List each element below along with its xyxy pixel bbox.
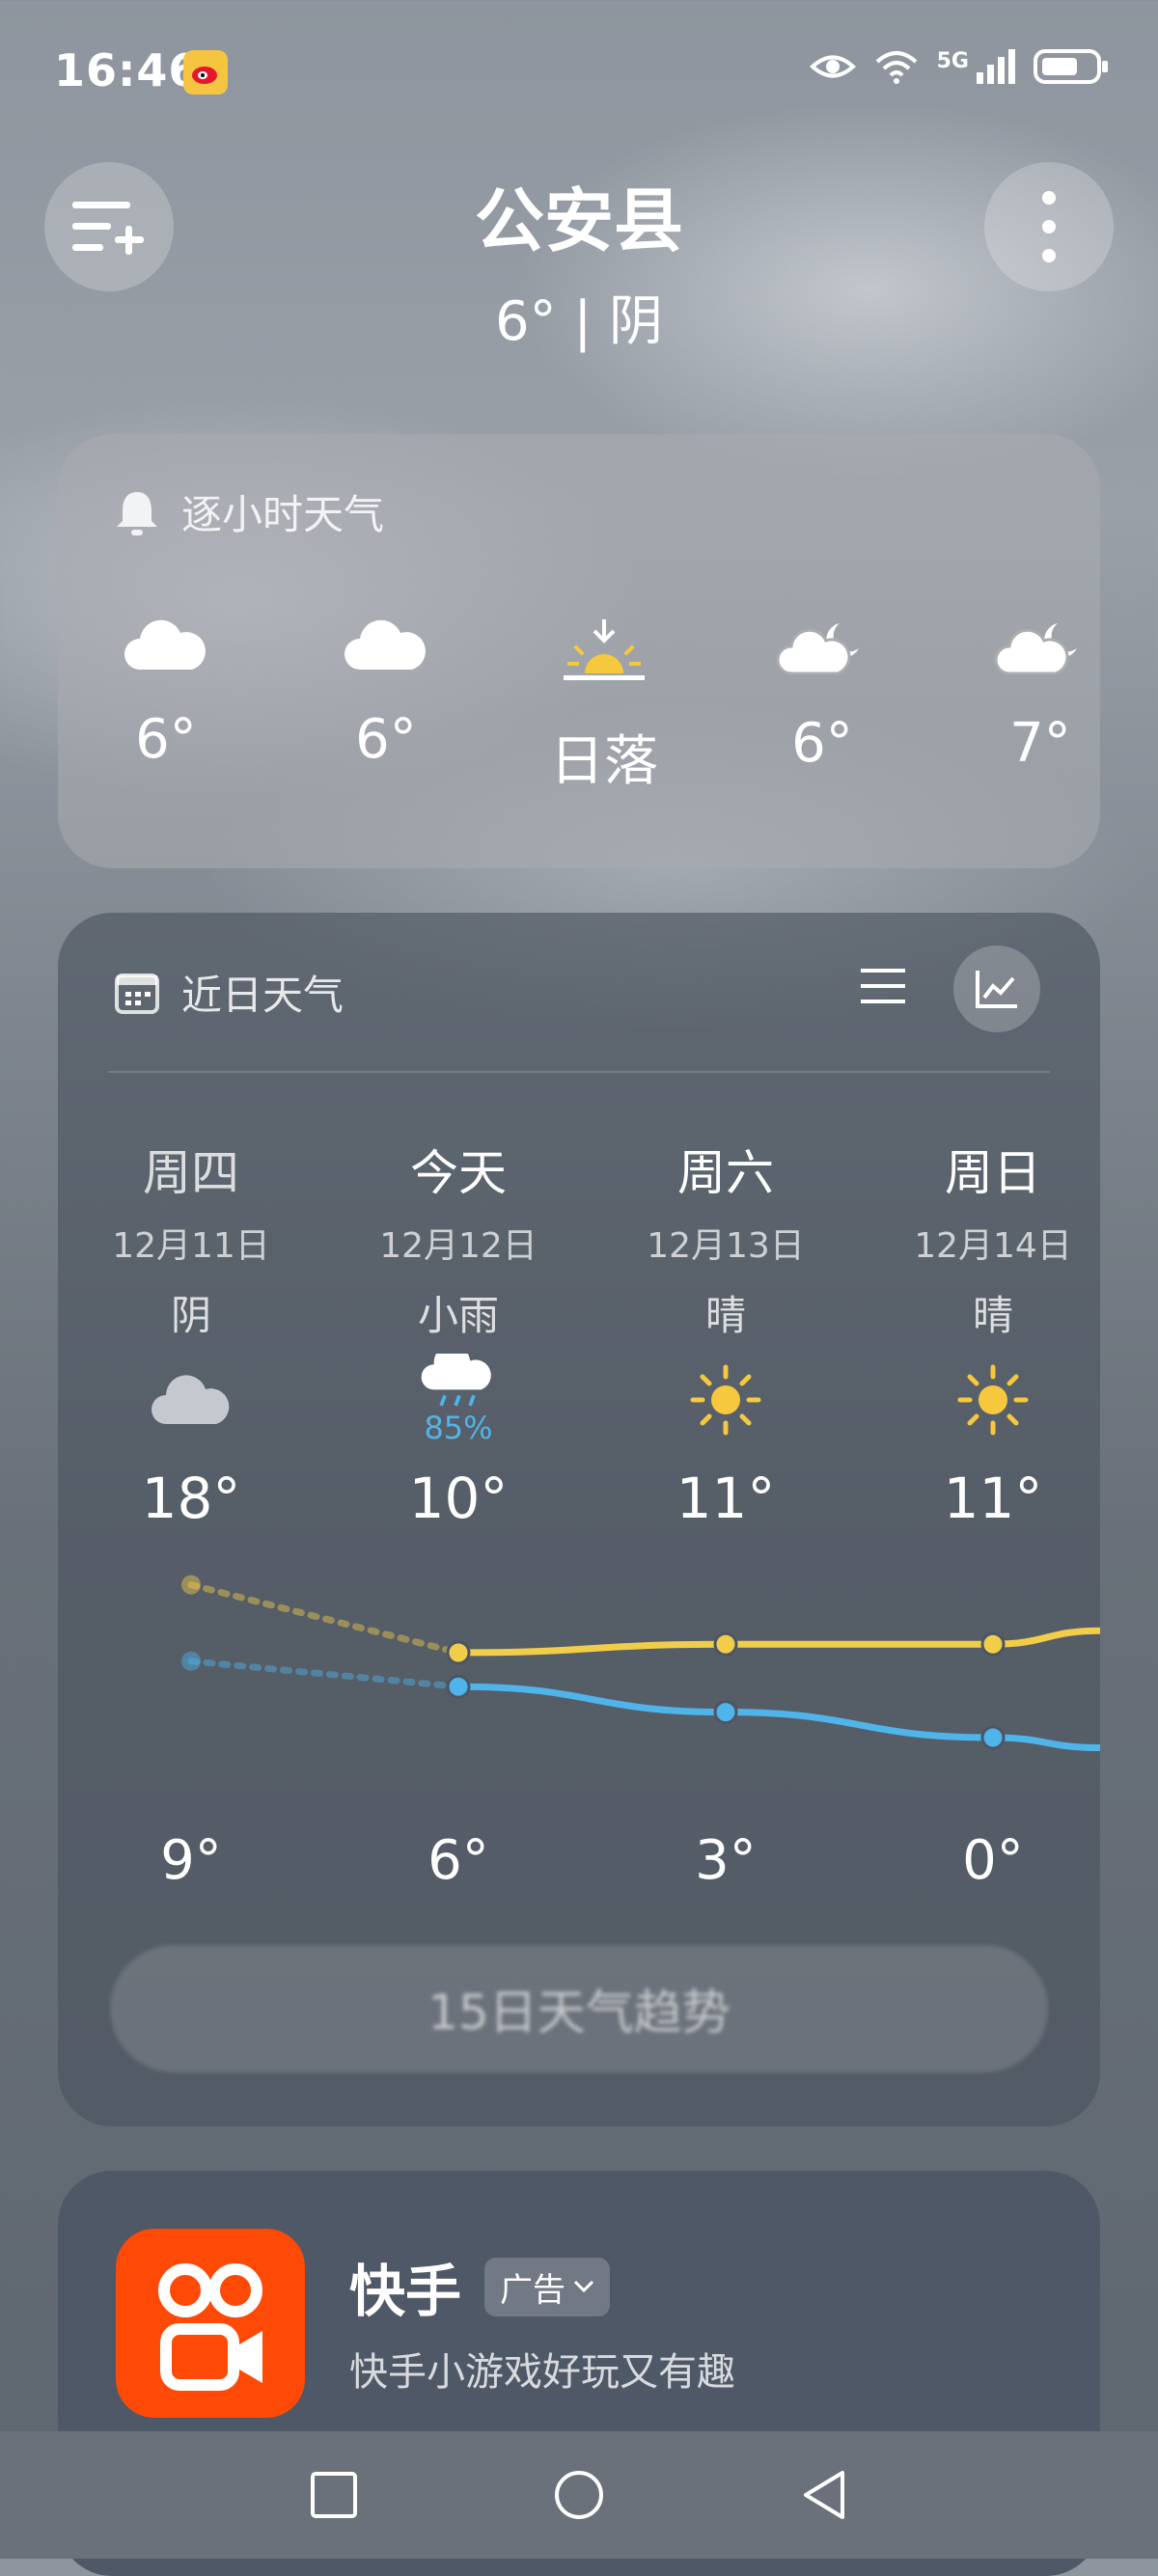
day-column[interactable]: 周六 12月13日 晴 11° (605, 1135, 846, 1531)
ad-badge-label: 广告 (500, 2270, 566, 2310)
precip-chance: 85% (424, 1410, 493, 1446)
day-low: 9° (160, 1829, 222, 1892)
ad-app-name: 快手 (349, 2259, 462, 2324)
hour-temp: 6° (791, 712, 853, 775)
sun-icon (690, 1364, 761, 1436)
day-column[interactable]: 今天 12月12日 小雨 85% 10° (338, 1135, 579, 1531)
wifi-icon (875, 51, 917, 84)
day-low: 6° (427, 1829, 489, 1892)
day-weekday: 周六 (677, 1145, 774, 1201)
divider (108, 1071, 1050, 1073)
day-condition: 小雨 (417, 1292, 499, 1339)
low-line-point (446, 1674, 471, 1699)
sunset-icon (564, 619, 645, 680)
status-time: 16:46 (54, 44, 201, 96)
low-line-point (713, 1700, 738, 1725)
hour-label: 日落 (550, 730, 658, 793)
day-low: 0° (962, 1829, 1024, 1892)
day-column[interactable]: 周四 12月11日 阴 18° (70, 1135, 312, 1531)
high-line-point (181, 1575, 201, 1595)
line-chart-icon (976, 971, 1017, 1008)
ad-badge[interactable]: 广告 (484, 2257, 611, 2316)
signal-icon: 5G (937, 49, 1015, 84)
hour-temp: 7° (1009, 712, 1071, 775)
back-button[interactable] (800, 2469, 848, 2521)
day-condition: 晴 (972, 1292, 1013, 1339)
more-menu-button[interactable] (984, 162, 1114, 291)
more-vertical-icon (1042, 191, 1056, 262)
chart-view-button[interactable] (953, 945, 1040, 1032)
eye-icon (809, 55, 856, 78)
high-line-past-segment (187, 1581, 462, 1657)
temperature-trend-chart (181, 1575, 1100, 1752)
kuaishou-logo-icon (116, 2229, 305, 2418)
forecast-trend-button[interactable]: 15日天气趋势 (110, 1945, 1048, 2072)
cloud-icon (124, 619, 206, 670)
cloud-moon-icon (776, 623, 859, 675)
day-weekday: 周日 (945, 1145, 1041, 1201)
day-high: 18° (141, 1466, 241, 1531)
high-line-point (980, 1631, 1006, 1657)
day-high: 11° (943, 1466, 1043, 1531)
day-column[interactable]: 周日 12月14日 晴 11° (872, 1135, 1114, 1531)
battery-icon (1034, 49, 1108, 84)
day-date: 12月14日 (914, 1226, 1072, 1266)
ad-description: 快手小游戏好玩又有趣 (349, 2350, 735, 2395)
calendar-icon (115, 973, 159, 1014)
low-line-point (980, 1725, 1006, 1750)
hourly-weather-card[interactable]: 逐小时天气 6° 6° 日落 6° 7° (58, 434, 1100, 868)
day-condition: 晴 (704, 1292, 746, 1339)
hour-item: 6° (299, 617, 473, 771)
weibo-notification-icon (183, 50, 228, 95)
day-date: 12月13日 (647, 1226, 805, 1266)
day-date: 12月12日 (379, 1226, 538, 1266)
low-line-past-segment (187, 1658, 462, 1690)
status-icons: 5G (809, 48, 1110, 85)
day-date: 12月11日 (112, 1226, 270, 1266)
hour-item: 日落 (517, 617, 691, 796)
day-weekday: 今天 (410, 1145, 507, 1201)
cloud-icon (345, 619, 426, 670)
network-type-label: 5G (936, 49, 969, 73)
rain-icon (421, 1354, 491, 1407)
chevron-down-icon (573, 2280, 594, 2293)
day-weekday: 周四 (143, 1145, 239, 1201)
day-high: 10° (408, 1466, 509, 1531)
list-view-button[interactable] (861, 967, 905, 1009)
navigation-bar (0, 2431, 1158, 2559)
day-condition: 阴 (170, 1292, 211, 1339)
daily-title: 近日天气 (181, 972, 345, 1019)
hour-item: 7° (953, 617, 1127, 775)
list-icon (861, 969, 905, 1003)
day-low: 3° (695, 1829, 757, 1892)
hour-item: 6° (735, 617, 909, 775)
hour-temp: 6° (355, 708, 417, 771)
low-line-point (181, 1651, 201, 1671)
day-high: 11° (676, 1466, 776, 1531)
cloud-icon (152, 1375, 230, 1424)
cloud-moon-icon (994, 623, 1077, 675)
sun-icon (957, 1364, 1029, 1436)
recent-apps-button[interactable] (310, 2471, 358, 2519)
current-weather: 6° | 阴 (494, 290, 664, 353)
high-line-point (713, 1631, 738, 1657)
hour-item: 6° (79, 617, 253, 771)
high-line-point (446, 1640, 471, 1665)
hour-temp: 6° (135, 708, 197, 771)
bell-icon (117, 491, 157, 535)
hourly-title: 逐小时天气 (181, 491, 385, 538)
home-button[interactable] (553, 2469, 605, 2521)
